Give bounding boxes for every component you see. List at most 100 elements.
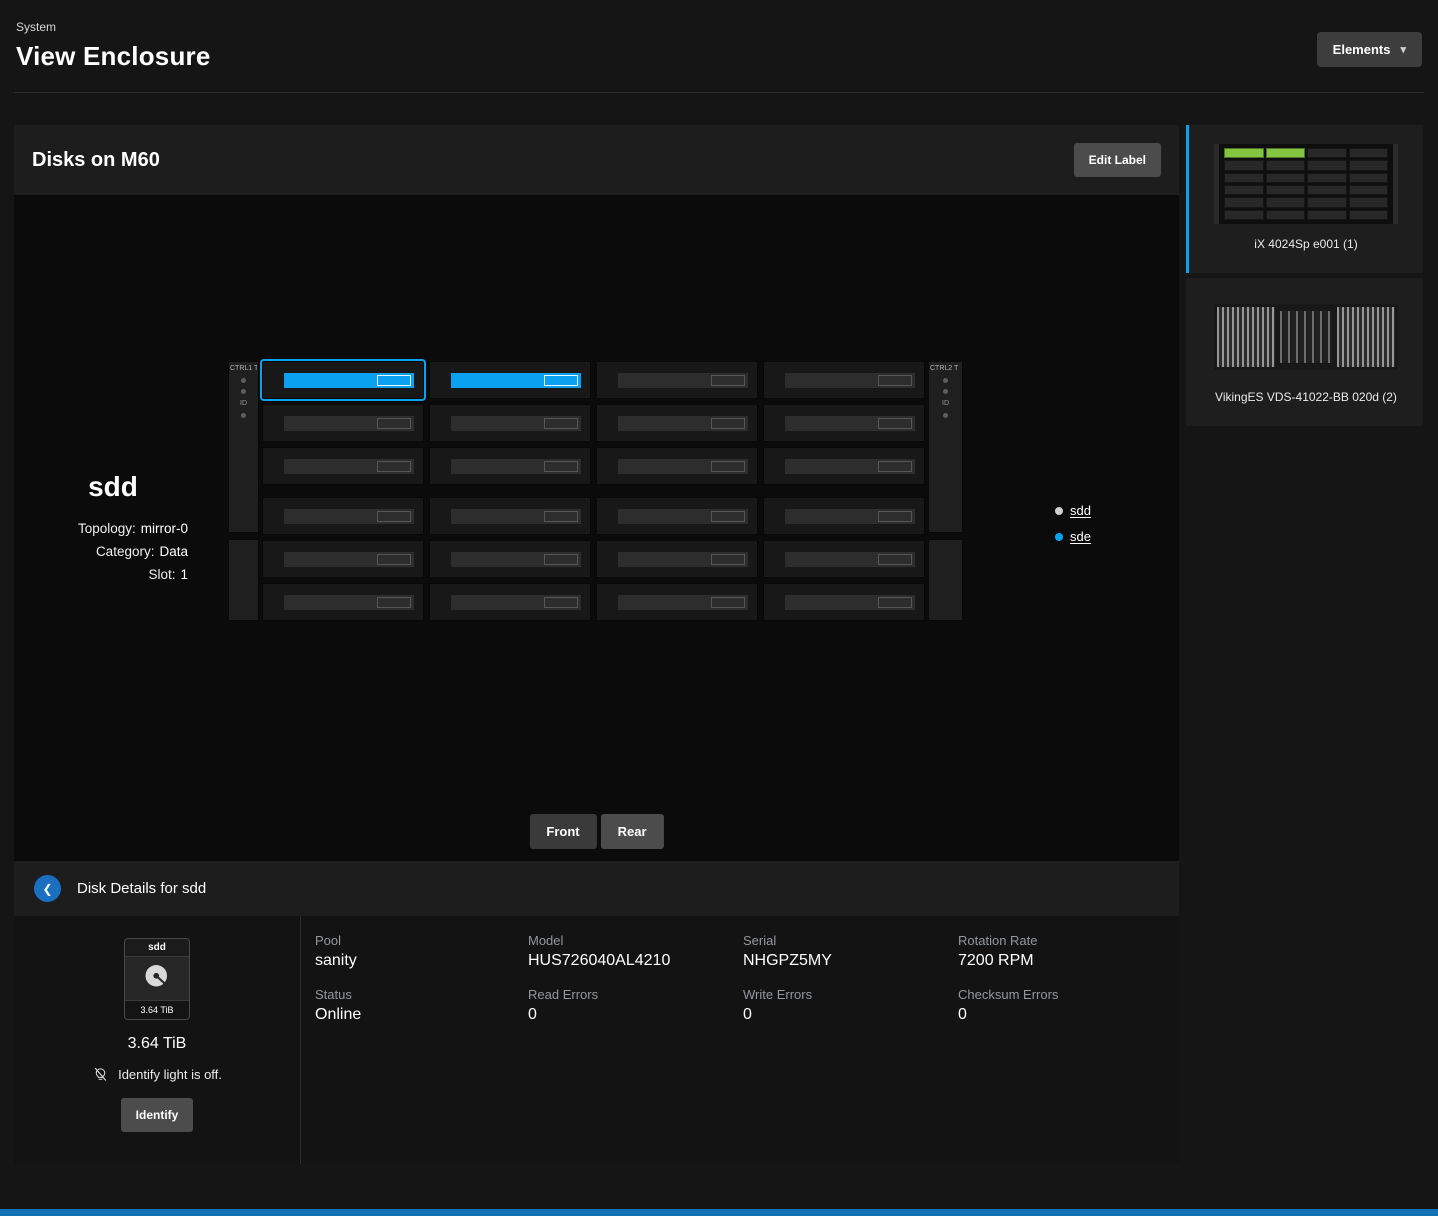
mini-tray — [1349, 197, 1389, 207]
enclosure-card-2[interactable]: VikingES VDS-41022-BB 020d (2) — [1186, 278, 1423, 426]
disk-visual-name: sdd — [125, 939, 189, 957]
edit-label-button[interactable]: Edit Label — [1074, 143, 1161, 177]
disk-tray-empty[interactable] — [596, 497, 758, 535]
disk-fields-grid: PoolsanityModelHUS726040AL4210SerialNHGP… — [301, 916, 1179, 1164]
tray-latch — [544, 511, 578, 522]
chevron-left-icon: ❮ — [42, 882, 52, 896]
elements-button-label: Elements — [1333, 42, 1391, 57]
tray-bar — [618, 459, 748, 474]
disk-tray-empty[interactable] — [262, 540, 424, 578]
disk-tray-empty[interactable] — [763, 361, 925, 399]
tray-bar — [785, 595, 915, 610]
led-indicator — [241, 389, 246, 394]
disk-tray-sde[interactable] — [429, 361, 591, 399]
tray-latch — [711, 418, 745, 429]
front-button[interactable]: Front — [529, 814, 596, 849]
disk-tray-empty[interactable] — [596, 447, 758, 485]
tray-bar — [451, 416, 581, 431]
tray-bar — [785, 459, 915, 474]
disk-tray-empty[interactable] — [262, 404, 424, 442]
mini-tray — [1307, 210, 1347, 220]
disk-tray-empty[interactable] — [596, 361, 758, 399]
tray-latch — [878, 597, 912, 608]
elements-button[interactable]: Elements ▾ — [1317, 32, 1422, 67]
tray-latch — [544, 375, 578, 386]
mini-tray — [1224, 173, 1264, 183]
tray-latch — [544, 597, 578, 608]
page-title: View Enclosure — [16, 41, 211, 72]
disk-attr: Topology:mirror-0 — [38, 517, 188, 540]
identify-status-text: Identify light is off. — [118, 1067, 222, 1082]
tray-latch — [377, 375, 411, 386]
disk-tray-empty[interactable] — [429, 404, 591, 442]
tray-row — [262, 497, 925, 535]
disk-size-text: 3.64 TiB — [128, 1035, 187, 1053]
disk-details-body: sdd 3.64 TiB 3.64 TiB — [14, 916, 1179, 1164]
breadcrumb[interactable]: System — [16, 20, 211, 34]
disk-legend: sdd sde — [1055, 503, 1091, 544]
tray-bar — [618, 552, 748, 567]
tray-bar — [451, 595, 581, 610]
controller-id-label: ID — [230, 400, 257, 407]
tray-row — [262, 540, 925, 578]
mini-tray — [1307, 148, 1347, 158]
field-write-errors: Write Errors0 — [743, 987, 958, 1024]
enclosure-label: iX 4024Sp e001 (1) — [1197, 237, 1415, 251]
led-indicator — [943, 389, 948, 394]
tray-latch — [711, 597, 745, 608]
tray-row — [262, 583, 925, 621]
legend-item-sde[interactable]: sde — [1055, 529, 1091, 544]
disk-visual-size: 3.64 TiB — [125, 1000, 189, 1019]
enclosure-grid — [262, 361, 925, 621]
enclosure-card-1[interactable]: iX 4024Sp e001 (1) — [1186, 125, 1423, 273]
tray-latch — [544, 554, 578, 565]
mini-tray — [1307, 197, 1347, 207]
identify-light-off-icon — [92, 1066, 109, 1083]
controller-left-panel: CTRL1 T ID — [228, 361, 259, 533]
disk-tray-empty[interactable] — [763, 540, 925, 578]
identify-button[interactable]: Identify — [121, 1098, 194, 1132]
disk-tray-empty[interactable] — [429, 497, 591, 535]
disk-attr: Slot:1 — [38, 563, 188, 586]
disk-tray-sdd[interactable] — [262, 361, 424, 399]
tray-latch — [878, 375, 912, 386]
disk-tray-empty[interactable] — [429, 447, 591, 485]
led-indicator — [943, 378, 948, 383]
disk-tray-empty[interactable] — [429, 583, 591, 621]
legend-label: sdd — [1070, 503, 1091, 518]
disk-tray-empty[interactable] — [763, 583, 925, 621]
tray-bar — [618, 373, 748, 388]
controller-left-label: CTRL1 T — [230, 365, 257, 372]
field-value: 0 — [528, 1006, 743, 1024]
disk-tray-empty[interactable] — [596, 404, 758, 442]
mini-tray — [1266, 210, 1306, 220]
tray-bar — [785, 552, 915, 567]
tray-row — [262, 361, 925, 399]
field-value: 0 — [958, 1006, 1179, 1024]
back-button[interactable]: ❮ — [34, 875, 61, 902]
rear-button[interactable]: Rear — [601, 814, 664, 849]
field-label: Pool — [315, 933, 528, 948]
disk-tray-empty[interactable] — [596, 540, 758, 578]
field-value: HUS726040AL4210 — [528, 952, 743, 970]
tray-latch — [711, 375, 745, 386]
content: Disks on M60 Edit Label sdd Topology:mir… — [0, 93, 1438, 1164]
view-enclosure-page: System View Enclosure Elements ▾ Disks o… — [0, 0, 1438, 1164]
disk-tray-empty[interactable] — [596, 583, 758, 621]
disk-tray-empty[interactable] — [429, 540, 591, 578]
disk-tray-empty[interactable] — [262, 447, 424, 485]
disk-tray-empty[interactable] — [262, 583, 424, 621]
field-model: ModelHUS726040AL4210 — [528, 933, 743, 970]
legend-item-sdd[interactable]: sdd — [1055, 503, 1091, 518]
disk-tray-empty[interactable] — [763, 497, 925, 535]
tray-latch — [377, 597, 411, 608]
disk-tray-empty[interactable] — [763, 404, 925, 442]
tray-bar — [284, 373, 414, 388]
disk-platter-icon — [125, 957, 189, 1000]
tray-bar — [451, 552, 581, 567]
disk-tray-empty[interactable] — [763, 447, 925, 485]
controller-left-lower-panel — [228, 539, 259, 621]
tray-bar — [618, 595, 748, 610]
console-footer-bar — [0, 1209, 1438, 1216]
disk-tray-empty[interactable] — [262, 497, 424, 535]
